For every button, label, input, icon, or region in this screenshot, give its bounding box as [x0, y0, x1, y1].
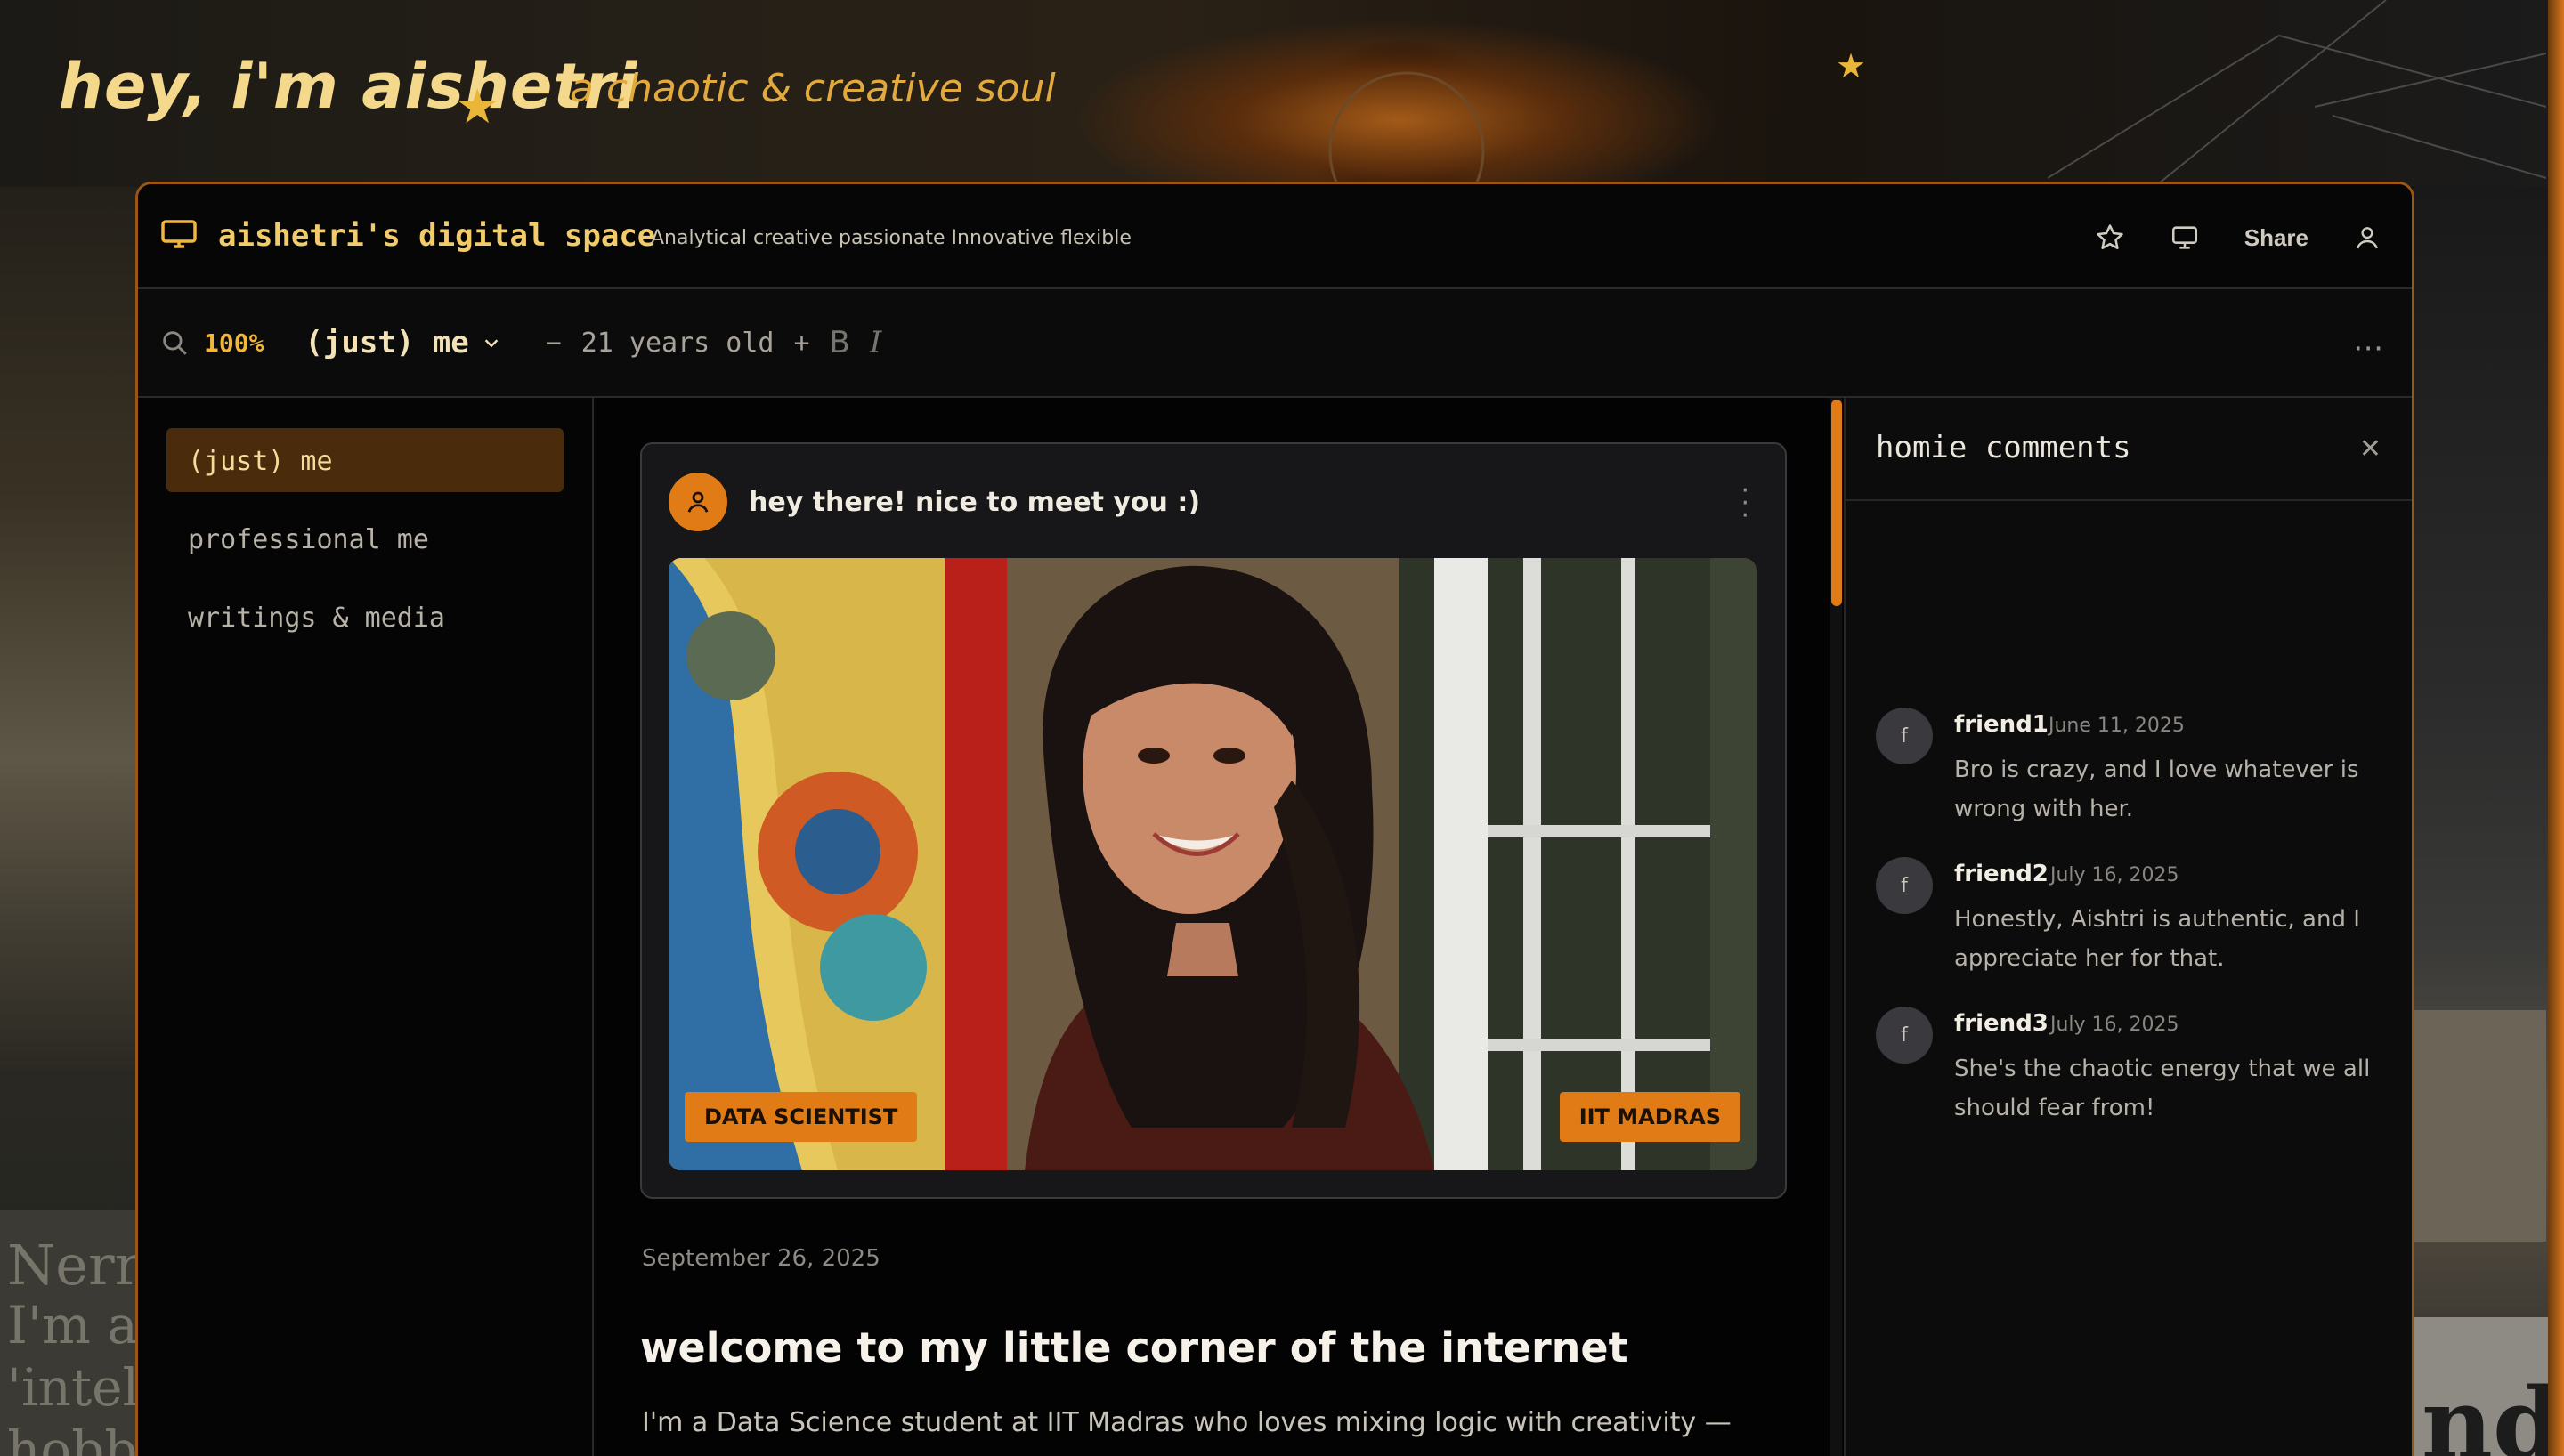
- avatar: f: [1876, 857, 1933, 914]
- share-button[interactable]: Share: [2244, 224, 2308, 252]
- comment-text: Bro is crazy, and I love whatever is wro…: [1954, 756, 2359, 822]
- app-name: aishetri's digital space: [218, 218, 656, 254]
- black-hole-ring: [1328, 71, 1485, 187]
- app-window: aishetri's digital space Analytical crea…: [135, 182, 2414, 1456]
- more-options-icon[interactable]: ⋯: [2353, 330, 2385, 366]
- close-icon[interactable]: ✕: [2359, 433, 2381, 465]
- post-date: September 26, 2025: [642, 1245, 880, 1272]
- profile-dropdown[interactable]: (just) me: [304, 325, 500, 360]
- sidebar-item-just-me[interactable]: (just) me: [166, 428, 564, 492]
- decrease-button[interactable]: −: [546, 328, 562, 359]
- sidebar-item-professional-me[interactable]: professional me: [166, 506, 564, 570]
- comment-author: friend3: [1954, 1010, 2049, 1037]
- avatar: f: [1876, 708, 1933, 764]
- left-clipping-text-4: hobbi: [7, 1420, 155, 1456]
- portrait-illustration: [669, 558, 1757, 1170]
- iit-madras-badge: IIT MADRAS: [1559, 1092, 1740, 1142]
- hero-subtitle: a chaotic & creative soul: [570, 66, 1056, 111]
- star-icon: ★: [456, 78, 499, 134]
- comment-date: July 16, 2025: [2050, 1014, 2179, 1036]
- search-icon[interactable]: [159, 328, 190, 358]
- right-clipping-text: nd: [2422, 1366, 2561, 1456]
- orange-edge-strip: [2548, 0, 2564, 1456]
- increase-button[interactable]: +: [793, 328, 809, 359]
- user-icon: [687, 491, 709, 513]
- comment-author: friend2: [1954, 861, 2049, 887]
- intro-card: hey there! nice to meet you :) · · · DAT…: [640, 442, 1787, 1199]
- comment-author: friend1: [1954, 711, 2049, 738]
- user-icon[interactable]: [2353, 223, 2381, 252]
- comment-text: She's the chaotic energy that we all sho…: [1954, 1056, 2371, 1121]
- scrollbar-thumb[interactable]: [1831, 400, 1842, 606]
- profile-photo: DATA SCIENTIST IIT MADRAS: [669, 558, 1757, 1170]
- comments-title: homie comments: [1876, 430, 2131, 465]
- sidebar-item-writings-media[interactable]: writings & media: [166, 585, 564, 649]
- sidebar: (just) me professional me writings & med…: [138, 398, 594, 1456]
- app-tagline: Analytical creative passionate Innovativ…: [651, 227, 1132, 249]
- right-collage-strip: [2413, 187, 2564, 1456]
- star-icon: ★: [1836, 46, 1867, 85]
- comments-panel: homie comments ✕ f friend1 June 11, 2025…: [1844, 398, 2412, 1456]
- titlebar-actions: Share: [2095, 211, 2381, 264]
- profile-dropdown-label: (just) me: [304, 325, 469, 360]
- age-stepper: − 21 years old + B I: [546, 325, 882, 360]
- chevron-down-icon: [484, 339, 498, 348]
- post-body: I'm a Data Science student at IIT Madras…: [642, 1407, 1732, 1438]
- comment-date: July 16, 2025: [2050, 864, 2179, 886]
- right-paper-clipping: [2413, 1010, 2546, 1242]
- post-title: welcome to my little corner of the inter…: [640, 1323, 1628, 1371]
- hero-title: hey, i'm aishetri: [59, 50, 638, 123]
- card-title: hey there! nice to meet you :): [749, 487, 1201, 518]
- comments-header: homie comments ✕: [1846, 398, 2412, 501]
- comment-date: June 11, 2025: [2049, 715, 2185, 737]
- avatar: [669, 473, 727, 531]
- monitor-icon: [161, 220, 197, 248]
- star-icon[interactable]: [2095, 222, 2125, 253]
- zoom-level[interactable]: 100%: [204, 328, 264, 358]
- bold-button[interactable]: B: [830, 325, 850, 360]
- kebab-menu-icon[interactable]: · · ·: [1740, 478, 1749, 530]
- italic-button[interactable]: I: [870, 325, 881, 360]
- sketch-lines: [2048, 0, 2546, 187]
- monitor-icon[interactable]: [2170, 222, 2200, 253]
- data-scientist-badge: DATA SCIENTIST: [685, 1092, 918, 1142]
- main-content: hey there! nice to meet you :) · · · DAT…: [596, 398, 1830, 1456]
- avatar: f: [1876, 1007, 1933, 1064]
- toolbar: 100% (just) me − 21 years old + B I ⋯: [138, 289, 2412, 398]
- title-bar: aishetri's digital space Analytical crea…: [138, 184, 2412, 289]
- age-value: 21 years old: [580, 327, 775, 359]
- left-clipping-text-1: Nerr: [7, 1233, 142, 1298]
- comment-text: Honestly, Aishtri is authentic, and I ap…: [1954, 906, 2360, 972]
